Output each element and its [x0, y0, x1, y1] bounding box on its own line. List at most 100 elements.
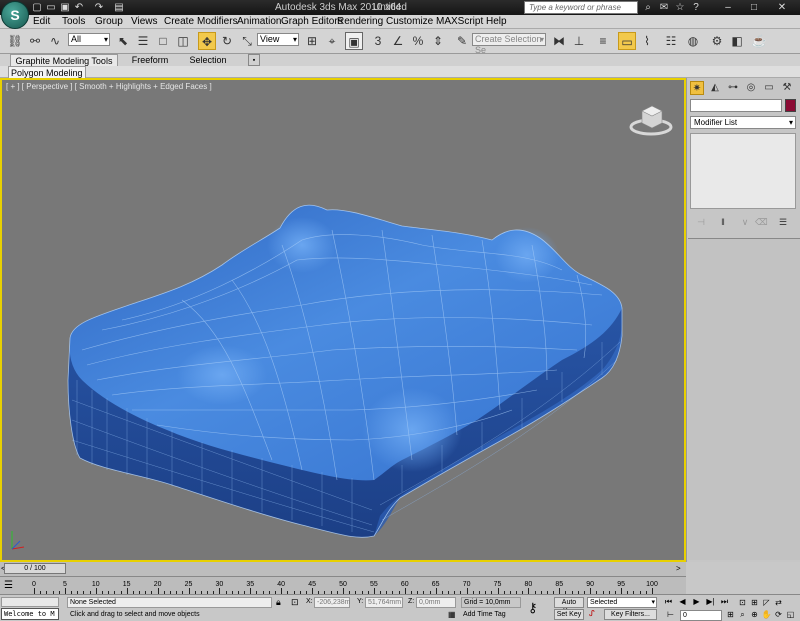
select-and-scale-icon[interactable]: ⤡ [238, 32, 256, 50]
undo-icon[interactable]: ↶ [73, 1, 85, 14]
track-bar[interactable]: ☰ 0 5 10 15 20 25 30 35 40 45 50 55 60 65 70 75 80 85 90 95… [0, 576, 686, 594]
rendered-frame-window-icon[interactable]: ◧ [728, 32, 746, 50]
snaps-toggle-icon[interactable]: 3 [369, 32, 387, 50]
rectangular-selection-icon[interactable]: □ [154, 32, 172, 50]
render-setup-icon[interactable]: ⚙ [708, 32, 726, 50]
layer-manager-icon[interactable]: ≡ [594, 32, 612, 50]
make-unique-icon[interactable]: ∨ [739, 216, 751, 228]
motion-panel-tab-icon[interactable]: ◎ [744, 81, 758, 95]
bind-space-warp-icon[interactable]: ∿ [46, 32, 64, 50]
menu-create[interactable]: Create [164, 16, 194, 28]
menu-help[interactable]: Help [486, 16, 507, 28]
time-slider-right-arrow[interactable]: > [676, 564, 681, 573]
search-input[interactable]: Type a keyword or phrase [524, 1, 638, 14]
render-production-icon[interactable]: ☕ [750, 32, 768, 50]
next-frame-icon[interactable]: ▶| [704, 596, 717, 607]
spinner-snap-icon[interactable]: ⇕ [429, 32, 447, 50]
viewcube[interactable] [629, 99, 675, 137]
play-icon[interactable]: ▶ [690, 596, 703, 607]
hierarchy-panel-tab-icon[interactable]: ⊶ [726, 81, 740, 95]
close-icon[interactable]: ✕ [775, 1, 789, 14]
curve-editor-icon[interactable]: ⌇ [638, 32, 656, 50]
menu-maxscript[interactable]: MAXScript [436, 16, 483, 28]
material-editor-icon[interactable]: ◍ [684, 32, 702, 50]
keyboard-shortcut-override-icon[interactable]: ▣ [345, 32, 363, 50]
menu-modifiers[interactable]: Modifiers [197, 16, 238, 28]
select-manipulate-icon[interactable]: ⌖ [323, 32, 341, 50]
show-end-result-icon[interactable]: ‖ [717, 216, 729, 228]
menu-views[interactable]: Views [131, 16, 158, 28]
maxscript-listener-top[interactable] [1, 597, 59, 607]
window-crossing-icon[interactable]: ◫ [174, 32, 192, 50]
zoom-extents-icon[interactable]: ⊡ [737, 597, 748, 608]
tab-freeform[interactable]: Freeform [122, 54, 178, 66]
communication-icon[interactable]: ☆ [673, 1, 687, 14]
modify-panel-tab-icon[interactable]: ◭ [708, 81, 722, 95]
tab-graphite-modeling-tools[interactable]: Graphite Modeling Tools [10, 54, 118, 66]
lock-selection-icon[interactable]: 🔒︎ [276, 597, 281, 608]
object-color-swatch[interactable] [785, 99, 796, 112]
go-to-end-icon[interactable]: ⏭ [718, 596, 731, 607]
mirror-icon[interactable]: ⧓ [550, 32, 568, 50]
key-mode-dropdown[interactable]: Selected [587, 597, 657, 608]
set-key-button[interactable]: Set Key [554, 609, 584, 620]
pan-view-icon[interactable]: ✋ [761, 609, 772, 620]
configure-modifier-sets-icon[interactable]: ☰ [777, 216, 789, 228]
time-configuration-icon[interactable]: ⊞ [724, 609, 737, 620]
add-time-tag-button[interactable]: Add Time Tag [461, 610, 521, 621]
zoom-icon[interactable]: ⌕ [737, 609, 748, 620]
redo-icon[interactable]: ↷ [93, 1, 105, 14]
zoom-all-icon[interactable]: ⊕ [749, 609, 760, 620]
time-tag-icon[interactable]: ▦ [448, 610, 456, 619]
zoom-extents-all-icon[interactable]: ⊞ [749, 597, 760, 608]
walk-through-icon[interactable]: ⇄ [773, 597, 784, 608]
minimize-icon[interactable]: – [721, 1, 735, 14]
utilities-panel-tab-icon[interactable]: ⚒ [780, 81, 794, 95]
help-icon[interactable]: ? [689, 1, 703, 14]
selection-filter-dropdown[interactable]: All [68, 33, 110, 46]
display-panel-tab-icon[interactable]: ▭ [762, 81, 776, 95]
absolute-mode-icon[interactable]: ⊡ [291, 597, 299, 608]
menu-group[interactable]: Group [95, 16, 123, 28]
menu-edit[interactable]: Edit [33, 16, 50, 28]
binoculars-icon[interactable]: ⌕ [641, 1, 655, 14]
pin-stack-icon[interactable]: ⊣ [695, 216, 707, 228]
schematic-view-icon[interactable]: ☷ [662, 32, 680, 50]
y-coordinate-field[interactable]: 51,764mm [365, 597, 403, 608]
select-and-rotate-icon[interactable]: ↻ [218, 32, 236, 50]
x-coordinate-field[interactable]: -206,238m [314, 597, 350, 608]
maximize-viewport-toggle-icon[interactable]: ◱ [785, 609, 796, 620]
graphite-modeling-tools-toggle-icon[interactable]: ▭ [618, 32, 636, 50]
menu-graph-editors[interactable]: Graph Editors [281, 16, 343, 28]
align-icon[interactable]: ⊥ [570, 32, 588, 50]
field-of-view-icon[interactable]: ◸ [761, 597, 772, 608]
link-icon[interactable]: ⛓ [6, 32, 24, 50]
subscription-icon[interactable]: ✉ [657, 1, 671, 14]
save-file-icon[interactable]: ▣ [59, 1, 71, 14]
key-mode-toggle-icon[interactable]: ⊢ [664, 609, 677, 620]
menu-rendering[interactable]: Rendering [337, 16, 383, 28]
open-file-icon[interactable]: ▭ [45, 1, 57, 14]
object-name-field[interactable] [690, 99, 782, 112]
angle-snap-icon[interactable]: ∠ [389, 32, 407, 50]
go-to-start-icon[interactable]: ⏮ [662, 596, 675, 607]
pivot-center-icon[interactable]: ⊞ [303, 32, 321, 50]
ribbon-options-icon[interactable]: ▪ [248, 54, 260, 66]
select-by-name-icon[interactable]: ☰ [134, 32, 152, 50]
previous-frame-icon[interactable]: ◀ [676, 596, 689, 607]
time-slider[interactable]: < 0 / 100 > [0, 562, 686, 576]
key-filters-button[interactable]: Key Filters... [604, 609, 657, 620]
default-in-out-tangents-icon[interactable]: ᔑ [589, 609, 595, 618]
maxscript-mini-listener[interactable]: Welcome to M [1, 608, 59, 620]
menu-tools[interactable]: Tools [62, 16, 85, 28]
percent-snap-icon[interactable]: % [409, 32, 427, 50]
modifier-list-dropdown[interactable]: Modifier List [690, 116, 796, 129]
application-menu-button[interactable]: S [1, 1, 29, 29]
time-slider-thumb[interactable]: 0 / 100 [4, 563, 66, 574]
auto-key-button[interactable]: Auto Key [554, 597, 584, 615]
edit-named-selection-icon[interactable]: ✎ [453, 32, 471, 50]
modifier-stack[interactable] [690, 133, 796, 209]
project-folder-icon[interactable]: ▤ [113, 1, 125, 14]
create-panel-tab-icon[interactable]: ✷ [690, 81, 704, 95]
mini-curve-editor-icon[interactable]: ☰ [4, 579, 20, 593]
